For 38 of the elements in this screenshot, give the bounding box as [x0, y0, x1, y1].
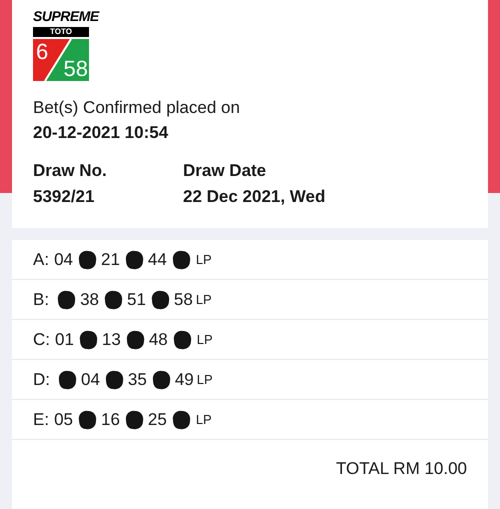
- toto-label: TOTO: [33, 27, 89, 37]
- confirmation-label: Bet(s) Confirmed placed on: [33, 97, 241, 119]
- draw-field-label: Draw No.: [33, 160, 108, 182]
- logo-numeral: 6: [36, 40, 48, 64]
- bet-line-label: C:: [33, 328, 50, 351]
- total-amount: TOTAL RM 10.00: [336, 458, 467, 480]
- bet-type-label: LP: [196, 370, 213, 389]
- bet-number: 05: [54, 408, 73, 431]
- brand-text: SUPREME: [33, 8, 100, 25]
- bet-number: 48: [148, 328, 168, 351]
- scribble-mark: [56, 368, 78, 390]
- bet-type-label: LP: [196, 330, 213, 349]
- bet-line-label: E:: [33, 408, 50, 431]
- bet-number: 04: [81, 368, 100, 391]
- bet-number: 04: [54, 248, 73, 271]
- bet-line-label: B:: [33, 288, 50, 311]
- draw-field-label: Draw Date: [183, 160, 268, 182]
- bet-number: 58: [174, 288, 193, 311]
- bet-number: 51: [126, 288, 146, 311]
- scribble-mark: [55, 288, 78, 310]
- logo-numeral: 58: [64, 57, 88, 81]
- bet-type-label: LP: [196, 290, 212, 309]
- draw-field-value: 5392/21: [33, 186, 96, 208]
- bet-type-label: LP: [196, 410, 212, 429]
- bet-number: 44: [148, 248, 167, 271]
- confirmation-datetime: 20-12-2021 10:54: [33, 122, 170, 144]
- draw-field-value: 22 Dec 2021, Wed: [183, 186, 326, 208]
- bet-number: 38: [80, 288, 99, 311]
- bet-type-label: LP: [196, 250, 212, 269]
- bet-number: 25: [148, 408, 167, 431]
- bet-number: 16: [100, 408, 120, 431]
- bet-number: 21: [100, 248, 120, 271]
- bet-line-label: A:: [33, 248, 50, 271]
- bet-number: 13: [102, 328, 121, 351]
- bet-number: 01: [55, 328, 74, 351]
- bet-line-label: D:: [33, 368, 50, 391]
- bet-number: 35: [128, 368, 147, 391]
- bet-number: 49: [174, 368, 194, 391]
